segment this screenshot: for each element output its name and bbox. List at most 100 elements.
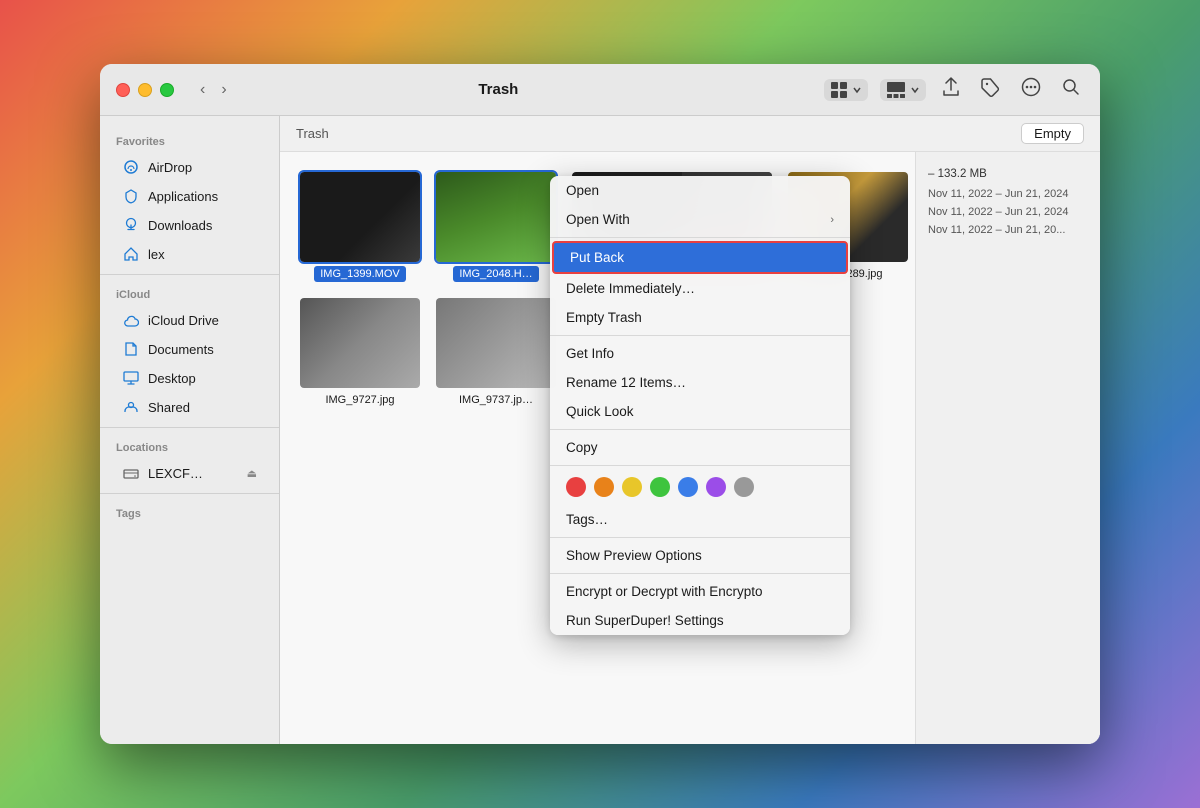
info-date-1: Nov 11, 2022 – Jun 21, 2024 (928, 188, 1088, 200)
menu-tags-label: Tags… (566, 512, 608, 527)
menu-quick-look-label: Quick Look (566, 404, 634, 419)
color-tag-purple[interactable] (706, 477, 726, 497)
menu-put-back-label: Put Back (570, 250, 624, 265)
menu-rename-label: Rename 12 Items… (566, 375, 686, 390)
sidebar-item-icloud-drive[interactable]: iCloud Drive (106, 306, 273, 334)
more-button[interactable] (1016, 73, 1046, 106)
file-item-5[interactable]: IMG_9727.jpg (300, 298, 420, 408)
menu-item-empty-trash[interactable]: Empty Trash (550, 303, 850, 332)
sidebar-divider-2 (100, 427, 279, 428)
sidebar-item-applications[interactable]: Applications (106, 182, 273, 210)
eject-button[interactable]: ⏏ (247, 467, 257, 480)
menu-divider-6 (550, 573, 850, 574)
menu-divider-1 (550, 237, 850, 238)
menu-item-quick-look[interactable]: Quick Look (550, 397, 850, 426)
sidebar-item-desktop[interactable]: Desktop (106, 364, 273, 392)
color-tag-blue[interactable] (678, 477, 698, 497)
search-button[interactable] (1058, 74, 1084, 105)
desktop-label: Desktop (148, 371, 196, 386)
icloud-icon (122, 311, 140, 329)
sidebar: Favorites AirDrop Appli (100, 116, 280, 744)
thumb-img-2 (436, 172, 556, 262)
sidebar-item-airdrop[interactable]: AirDrop (106, 153, 273, 181)
home-icon (122, 245, 140, 263)
menu-divider-5 (550, 537, 850, 538)
open-with-arrow: › (830, 214, 834, 226)
documents-label: Documents (148, 342, 214, 357)
menu-item-get-info[interactable]: Get Info (550, 339, 850, 368)
menu-item-encrypt[interactable]: Encrypt or Decrypt with Encrypto (550, 577, 850, 606)
menu-divider-3 (550, 429, 850, 430)
sidebar-item-downloads[interactable]: Downloads (106, 211, 273, 239)
sidebar-item-lex[interactable]: lex (106, 240, 273, 268)
context-menu: Open Open With › Put Back Delete Immedia… (550, 176, 850, 635)
info-panel: – 133.2 MB Nov 11, 2022 – Jun 21, 2024 N… (915, 152, 1100, 744)
sidebar-divider-1 (100, 274, 279, 275)
menu-item-copy[interactable]: Copy (550, 433, 850, 462)
icloud-label: iCloud (100, 281, 279, 305)
titlebar: ‹ › Trash (100, 64, 1100, 116)
lex-label: lex (148, 247, 165, 262)
menu-item-rename[interactable]: Rename 12 Items… (550, 368, 850, 397)
file-item-2[interactable]: IMG_2048.H… (436, 172, 556, 282)
color-tag-orange[interactable] (594, 477, 614, 497)
tags-label: Tags (100, 500, 279, 524)
view-gallery-toggle[interactable] (880, 79, 926, 101)
applications-icon (122, 187, 140, 205)
close-button[interactable] (116, 83, 130, 97)
color-tag-gray[interactable] (734, 477, 754, 497)
minimize-button[interactable] (138, 83, 152, 97)
file-thumb-2 (436, 172, 556, 262)
color-tag-yellow[interactable] (622, 477, 642, 497)
file-item-6[interactable]: IMG_9737.jp… (436, 298, 556, 408)
color-tag-green[interactable] (650, 477, 670, 497)
maximize-button[interactable] (160, 83, 174, 97)
lexcf-label: LEXCF… (148, 466, 203, 481)
menu-show-preview-label: Show Preview Options (566, 548, 702, 563)
menu-item-open-with[interactable]: Open With › (550, 205, 850, 234)
thumb-img-5 (300, 298, 420, 388)
sidebar-item-lexcf[interactable]: LEXCF… ⏏ (106, 459, 273, 487)
sidebar-divider-3 (100, 493, 279, 494)
info-date-3: Nov 11, 2022 – Jun 21, 20... (928, 224, 1088, 236)
menu-copy-label: Copy (566, 440, 598, 455)
sidebar-item-documents[interactable]: Documents (106, 335, 273, 363)
content-area: Trash Empty IMG_1399.MOV (280, 116, 1100, 744)
drive-icon (122, 464, 140, 482)
file-label-1: IMG_1399.MOV (314, 266, 405, 282)
desktop-icon (122, 369, 140, 387)
empty-trash-button[interactable]: Empty (1021, 123, 1084, 144)
menu-item-show-preview[interactable]: Show Preview Options (550, 541, 850, 570)
menu-item-open[interactable]: Open (550, 176, 850, 205)
thumb-img-1 (300, 172, 420, 262)
menu-get-info-label: Get Info (566, 346, 614, 361)
menu-empty-trash-label: Empty Trash (566, 310, 642, 325)
shared-icon (122, 398, 140, 416)
menu-item-put-back[interactable]: Put Back (552, 241, 848, 274)
info-date-2: Nov 11, 2022 – Jun 21, 2024 (928, 206, 1088, 218)
file-label-2: IMG_2048.H… (453, 266, 538, 282)
menu-item-delete-immediately[interactable]: Delete Immediately… (550, 274, 850, 303)
menu-superduper-label: Run SuperDuper! Settings (566, 613, 724, 628)
view-toggle-icon-grid[interactable] (824, 79, 868, 101)
info-size: – 133.2 MB (928, 168, 1088, 180)
breadcrumb: Trash (296, 126, 329, 141)
menu-encrypt-label: Encrypt or Decrypt with Encrypto (566, 584, 763, 599)
sidebar-item-shared[interactable]: Shared (106, 393, 273, 421)
file-item-1[interactable]: IMG_1399.MOV (300, 172, 420, 282)
breadcrumb-bar: Trash Empty (280, 116, 1100, 152)
menu-divider-2 (550, 335, 850, 336)
menu-divider-4 (550, 465, 850, 466)
airdrop-icon (122, 158, 140, 176)
tag-button[interactable] (976, 73, 1004, 106)
share-button[interactable] (938, 73, 964, 106)
downloads-icon (122, 216, 140, 234)
file-thumb-1 (300, 172, 420, 262)
airdrop-label: AirDrop (148, 160, 192, 175)
traffic-lights (116, 83, 174, 97)
file-thumb-5 (300, 298, 420, 388)
menu-item-tags[interactable]: Tags… (550, 505, 850, 534)
menu-item-superduper[interactable]: Run SuperDuper! Settings (550, 606, 850, 635)
color-tag-red[interactable] (566, 477, 586, 497)
toolbar-actions (824, 73, 1084, 106)
